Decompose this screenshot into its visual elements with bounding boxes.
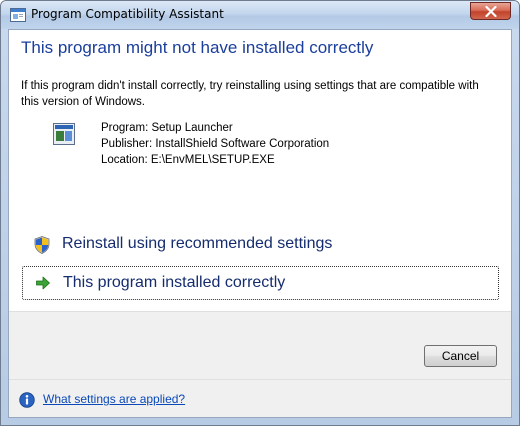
footer-area: What settings are applied? [9,380,511,417]
program-location: Location: E:\EnvMEL\SETUP.EXE [101,154,275,166]
app-window-icon [10,8,26,22]
reinstall-command-link[interactable]: Reinstall using recommended settings [22,228,499,262]
shield-icon [34,236,50,254]
cancel-button[interactable]: Cancel [424,345,497,367]
green-arrow-icon [36,276,50,290]
installed-correctly-command-link[interactable]: This program installed correctly [22,266,499,300]
button-area: Cancel [9,311,511,380]
title-bar[interactable]: Program Compatibility Assistant [1,1,519,29]
reinstall-label: Reinstall using recommended settings [62,235,333,252]
program-name: Program: Setup Launcher [101,122,233,134]
close-button[interactable] [470,2,511,20]
program-publisher: Publisher: InstallShield Software Corpor… [101,138,330,150]
main-instruction: This program might not have installed co… [21,38,374,57]
installed-correctly-label: This program installed correctly [63,274,286,291]
settings-help-link[interactable]: What settings are applied? [43,392,185,406]
dialog-client-area: This program might not have installed co… [8,29,512,418]
program-details: Program: Setup Launcher Publisher: Insta… [101,120,329,168]
close-icon [485,6,497,17]
info-icon [19,392,35,408]
window-title: Program Compatibility Assistant [31,7,224,21]
content-text: If this program didn't install correctly… [21,80,479,108]
dialog-window: Program Compatibility Assistant This pro… [0,0,520,426]
program-icon [53,123,75,145]
